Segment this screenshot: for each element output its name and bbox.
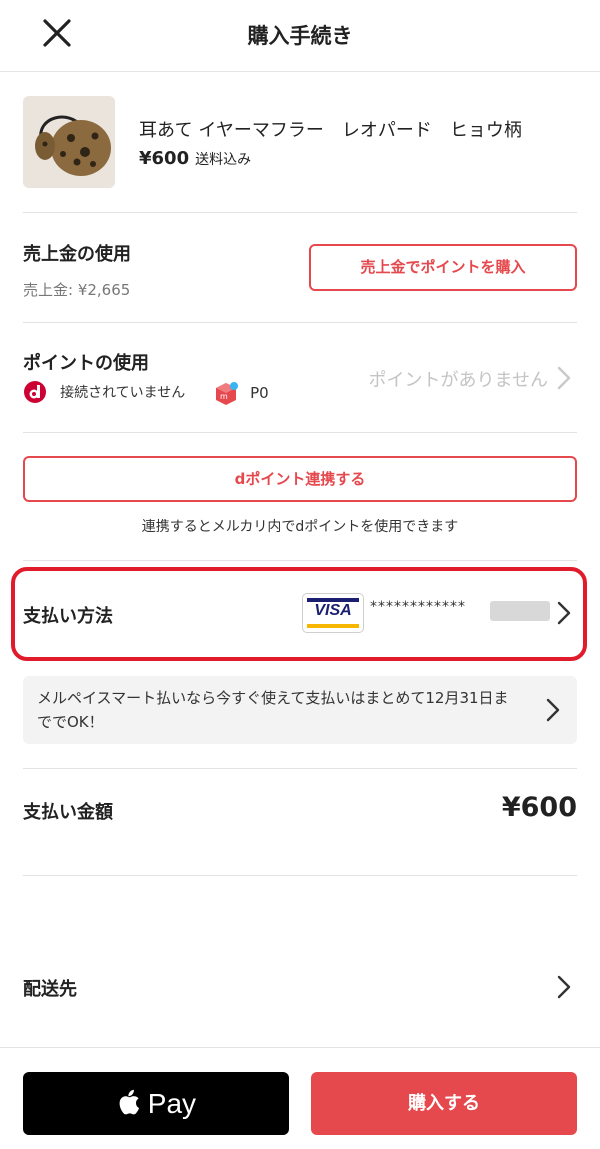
chevron-right-icon[interactable] — [556, 366, 572, 390]
payment-method-title: 支払い方法 — [23, 606, 113, 627]
buy-button[interactable]: 購入する — [311, 1072, 577, 1135]
product-price-value: ¥600 — [139, 148, 190, 169]
divider — [23, 212, 577, 213]
divider — [23, 768, 577, 769]
mercari-point-icon: m — [216, 382, 238, 405]
d-point-link-note: 連携するとメルカリ内でdポイントを使用できます — [141, 519, 459, 535]
chevron-right-icon[interactable] — [545, 698, 561, 722]
m-point-balance: m P0 — [213, 380, 269, 406]
points-title: ポイントの使用 — [23, 353, 149, 374]
apple-pay-label-row: Pay — [23, 1088, 289, 1120]
d-point-link-button[interactable]: dポイント連携する — [23, 456, 577, 502]
no-points-label[interactable]: ポイントがありません — [369, 366, 548, 392]
buy-points-with-proceeds-button[interactable]: 売上金でポイントを購入 — [309, 244, 577, 291]
shipping-address-label[interactable]: 配送先 — [23, 975, 77, 1001]
footer-bar: Pay 購入する — [0, 1047, 600, 1149]
sales-proceeds-balance: 売上金: ¥2,665 — [23, 281, 131, 299]
apple-logo-icon — [119, 1089, 140, 1115]
divider — [23, 432, 577, 433]
promo-text: メルペイスマート払いなら今すぐ使えて支払いはまとめて12月31日まででOK！ — [37, 689, 509, 731]
card-number[interactable]: ************ — [370, 599, 466, 615]
apple-pay-button[interactable]: Pay — [23, 1072, 289, 1135]
svg-text:m: m — [220, 392, 228, 401]
header: 購入手続き — [0, 0, 600, 72]
product-thumbnail — [23, 96, 115, 188]
divider — [23, 875, 577, 876]
m-point-value: P0 — [250, 384, 269, 402]
chevron-right-icon[interactable] — [556, 601, 572, 625]
shipping-included-label: 送料込み — [195, 152, 252, 168]
d-point-status-text: 接続されていません — [60, 385, 186, 401]
chevron-right-icon[interactable] — [556, 975, 572, 999]
page-title: 購入手続き — [247, 24, 353, 48]
sales-proceeds-title: 売上金の使用 — [23, 244, 131, 265]
product-name: 耳あて イヤーマフラー レオパード ヒョウ柄 — [139, 120, 522, 141]
total-amount: ¥600 — [501, 792, 577, 823]
d-point-status: 接続されていません — [23, 380, 185, 406]
card-brand-label: VISA — [314, 602, 352, 619]
card-number-redaction — [490, 601, 550, 621]
divider — [23, 560, 577, 561]
d-point-icon — [24, 381, 46, 403]
product-price: ¥600 送料込み — [139, 148, 251, 169]
apple-pay-label: Pay — [147, 1088, 197, 1119]
total-label: 支払い金額 — [23, 802, 113, 823]
merpay-smart-promo[interactable]: メルペイスマート払いなら今すぐ使えて支払いはまとめて12月31日まででOK！ — [23, 676, 577, 744]
product-summary: 耳あて イヤーマフラー レオパード ヒョウ柄 ¥600 送料込み — [23, 96, 577, 190]
visa-card-icon[interactable]: VISA — [302, 593, 364, 633]
divider — [23, 322, 577, 323]
